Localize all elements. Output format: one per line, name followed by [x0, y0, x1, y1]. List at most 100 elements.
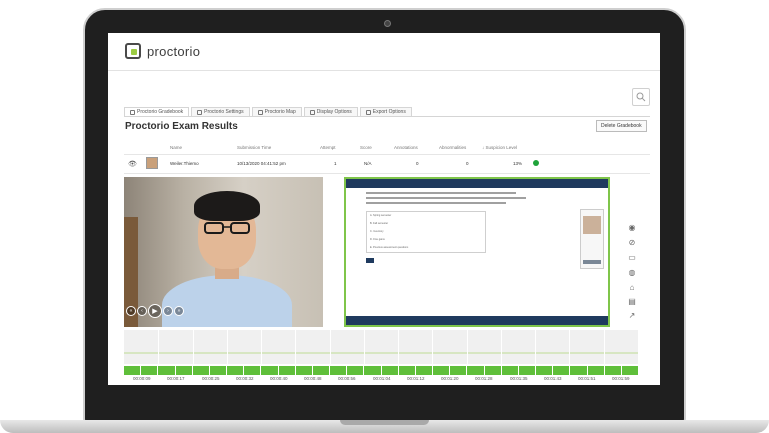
timeline-segment[interactable] — [175, 366, 192, 375]
tab-proctorio-gradebook[interactable]: Proctorio Gradebook — [124, 107, 190, 116]
cell-suspicion: 13% — [513, 161, 523, 166]
id-card-icon[interactable]: ▤ — [627, 297, 637, 307]
timeline-segment[interactable] — [415, 366, 433, 375]
column-header-annotations[interactable]: Annotations — [394, 145, 418, 150]
audio-blocked-icon[interactable]: ⊘ — [627, 238, 637, 248]
column-header-submission-time[interactable]: Submission Time — [237, 145, 271, 150]
suspicion-timeline[interactable] — [124, 330, 638, 364]
play-icon[interactable]: ▶ — [148, 304, 162, 318]
column-header-score[interactable]: Score — [360, 145, 372, 150]
timeline-segment[interactable] — [604, 366, 621, 375]
laptop-screen: proctorio Proctorio Gradebook Proctorio … — [108, 33, 660, 385]
timeline-segment[interactable] — [192, 366, 209, 375]
timestamp[interactable]: 00:01:12 — [407, 376, 425, 381]
timeline-segment[interactable] — [227, 366, 244, 375]
capture-question-line — [366, 192, 516, 194]
skip-forward-icon[interactable]: » — [174, 306, 184, 316]
webcam-video[interactable]: « ‹ ▶ › » — [124, 177, 323, 327]
suspicion-header-label: Suspicion Level — [485, 145, 518, 150]
timeline-segment[interactable] — [398, 366, 415, 375]
timeline-segment[interactable] — [518, 366, 536, 375]
timeline-segment[interactable] — [209, 366, 227, 375]
export-icon — [365, 109, 371, 115]
timeline-segment[interactable] — [484, 366, 501, 375]
rewind-icon[interactable]: ‹ — [137, 306, 147, 316]
timestamp[interactable]: 00:00:09 — [133, 376, 151, 381]
capture-option: D. Fine gains — [370, 238, 385, 241]
timeline-gridline — [569, 330, 570, 364]
timeline-segment[interactable] — [364, 366, 381, 375]
column-header-suspicion-level[interactable]: ↓ Suspicion Level — [482, 145, 517, 150]
logo[interactable]: proctorio — [125, 43, 200, 59]
timestamp[interactable]: 00:00:25 — [202, 376, 220, 381]
tab-label: Proctorio Gradebook — [137, 109, 184, 115]
timestamp[interactable]: 00:00:32 — [236, 376, 254, 381]
screen-icon[interactable]: ▭ — [627, 253, 637, 263]
timeline-segment[interactable] — [621, 366, 639, 375]
column-header-abnormalities[interactable]: Abnormalities — [439, 145, 466, 150]
forward-icon[interactable]: › — [163, 306, 173, 316]
search-button[interactable] — [632, 88, 650, 106]
timestamp[interactable]: 00:01:59 — [612, 376, 630, 381]
cell-attempt: 1 — [334, 161, 337, 166]
delete-gradebook-button[interactable]: Delete Gradebook — [596, 120, 647, 132]
timestamp[interactable]: 00:01:43 — [544, 376, 562, 381]
timeline-segment[interactable] — [261, 366, 278, 375]
timeline-segment[interactable] — [278, 366, 295, 375]
timeline-segment[interactable] — [312, 366, 330, 375]
video-controls: « ‹ ▶ › » — [126, 304, 184, 318]
timeline-gridline — [604, 330, 605, 364]
timeline-segment[interactable] — [158, 366, 175, 375]
timeline-segment[interactable] — [141, 366, 158, 375]
timeline-segments[interactable] — [124, 366, 639, 375]
timestamp[interactable]: 00:00:40 — [270, 376, 288, 381]
tab-export-options[interactable]: Export Options — [359, 107, 412, 116]
timeline-segment[interactable] — [587, 366, 604, 375]
room-scan-icon[interactable]: ↗ — [627, 311, 637, 321]
tab-label: Proctorio Settings — [204, 109, 244, 115]
timeline-gridline — [227, 330, 228, 364]
cell-name[interactable]: Weiler.Thiemo — [170, 161, 199, 166]
timeline-segment[interactable] — [553, 366, 570, 375]
timestamp[interactable]: 00:01:04 — [373, 376, 391, 381]
tab-display-options[interactable]: Display Options — [303, 107, 358, 116]
timeline-segment[interactable] — [467, 366, 484, 375]
timestamp[interactable]: 00:01:35 — [510, 376, 528, 381]
eye-icon[interactable]: 👁 — [128, 160, 137, 168]
timeline-segment[interactable] — [501, 366, 518, 375]
capture-taskbar — [346, 316, 608, 325]
webcam-icon[interactable]: ◉ — [627, 223, 637, 233]
timeline-segment[interactable] — [124, 366, 141, 375]
timeline-segment[interactable] — [347, 366, 364, 375]
timeline-segment[interactable] — [381, 366, 398, 375]
timestamp[interactable]: 00:00:56 — [338, 376, 356, 381]
screen-recording[interactable]: A. Spring semester B. Fall semester C. I… — [344, 177, 610, 327]
timeline-segment[interactable] — [536, 366, 553, 375]
timeline-timestamps: 00:00:09 00:00:17 00:00:25 00:00:32 00:0… — [124, 376, 654, 384]
timestamp[interactable]: 00:01:28 — [475, 376, 493, 381]
cell-score: N/A — [364, 161, 372, 166]
timeline-segment[interactable] — [330, 366, 347, 375]
person-glasses — [204, 222, 250, 234]
column-header-attempt[interactable]: Attempt — [320, 145, 336, 150]
column-header-name[interactable]: Name — [170, 145, 182, 150]
tab-proctorio-settings[interactable]: Proctorio Settings — [191, 107, 250, 116]
timestamp[interactable]: 00:01:51 — [578, 376, 596, 381]
timeline-segment[interactable] — [244, 366, 261, 375]
timeline-segment[interactable] — [295, 366, 312, 375]
timestamp[interactable]: 00:00:48 — [304, 376, 322, 381]
timeline-segment[interactable] — [433, 366, 450, 375]
timeline-segment[interactable] — [450, 366, 467, 375]
timeline-gridline — [261, 330, 262, 364]
timeline-gridline — [398, 330, 399, 364]
globe-icon[interactable]: ◍ — [627, 268, 637, 278]
timestamp[interactable]: 00:01:20 — [441, 376, 459, 381]
header-divider — [108, 70, 660, 71]
timeline-segment[interactable] — [570, 366, 587, 375]
laptop-camera — [384, 20, 391, 27]
skip-back-icon[interactable]: « — [126, 306, 136, 316]
timestamp[interactable]: 00:00:17 — [167, 376, 185, 381]
tab-proctorio-map[interactable]: Proctorio Map — [251, 107, 302, 116]
network-icon[interactable]: ⌂ — [627, 283, 637, 293]
display-icon — [309, 109, 315, 115]
